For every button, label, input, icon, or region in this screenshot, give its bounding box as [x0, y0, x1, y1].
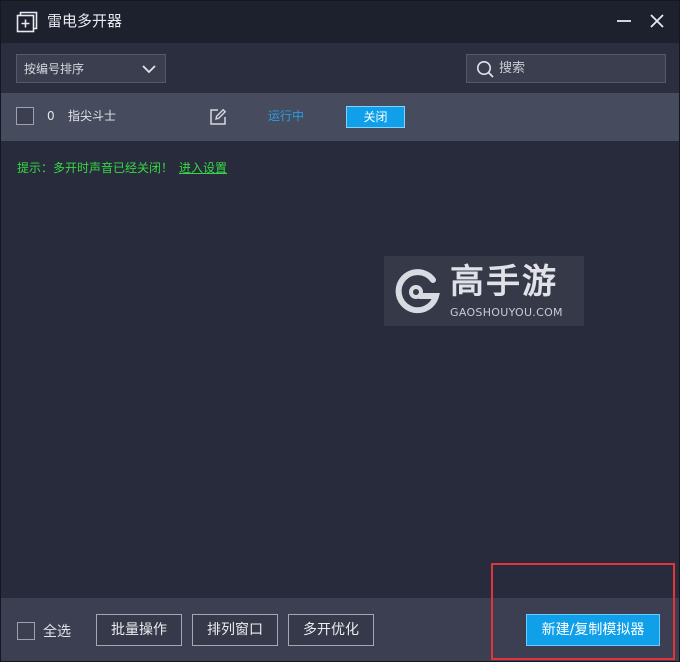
watermark: 高手游 GAOSHOUYOU.COM	[384, 256, 584, 326]
chevron-down-icon	[142, 65, 156, 74]
enter-settings-link[interactable]: 进入设置	[179, 161, 227, 175]
multi-instance-manager-window: 雷电多开器 按编号排序 0 指尖斗士 运行中	[0, 0, 680, 662]
search-icon	[477, 61, 494, 78]
search-box[interactable]	[466, 54, 666, 83]
instance-name: 指尖斗士	[68, 109, 117, 123]
search-input[interactable]	[499, 58, 659, 79]
toolbar: 按编号排序	[1, 43, 679, 93]
sort-dropdown[interactable]: 按编号排序	[16, 54, 166, 83]
title-bar[interactable]: 雷电多开器	[1, 1, 679, 43]
close-instance-button[interactable]: 关闭	[346, 106, 405, 128]
watermark-title: 高手游	[450, 262, 558, 302]
batch-operation-button[interactable]: 批量操作	[96, 614, 182, 646]
select-all-label: 全选	[43, 624, 71, 640]
window-title: 雷电多开器	[47, 12, 123, 30]
instance-index: 0	[47, 109, 55, 123]
sound-hint: 提示：多开时声音已经关闭！ 进入设置	[17, 160, 227, 176]
instance-checkbox[interactable]	[16, 107, 34, 125]
close-icon[interactable]	[648, 12, 666, 30]
add-square-icon	[16, 11, 38, 33]
new-copy-emulator-button[interactable]: 新建/复制模拟器	[526, 614, 660, 646]
multi-open-optimize-button[interactable]: 多开优化	[288, 614, 374, 646]
gaoshouyou-logo-icon	[395, 269, 440, 314]
select-all-checkbox[interactable]	[17, 622, 35, 640]
bottom-bar: 全选 批量操作 排列窗口 多开优化 新建/复制模拟器	[1, 598, 679, 661]
arrange-windows-button[interactable]: 排列窗口	[192, 614, 278, 646]
hint-text: 提示：多开时声音已经关闭！	[17, 161, 174, 175]
edit-icon[interactable]	[209, 108, 227, 126]
instance-row[interactable]: 0 指尖斗士 运行中 关闭	[1, 93, 679, 141]
minimize-icon[interactable]	[615, 12, 633, 30]
watermark-subtitle: GAOSHOUYOU.COM	[450, 306, 563, 319]
sort-selected-label: 按编号排序	[24, 62, 85, 76]
instance-status: 运行中	[268, 109, 305, 123]
